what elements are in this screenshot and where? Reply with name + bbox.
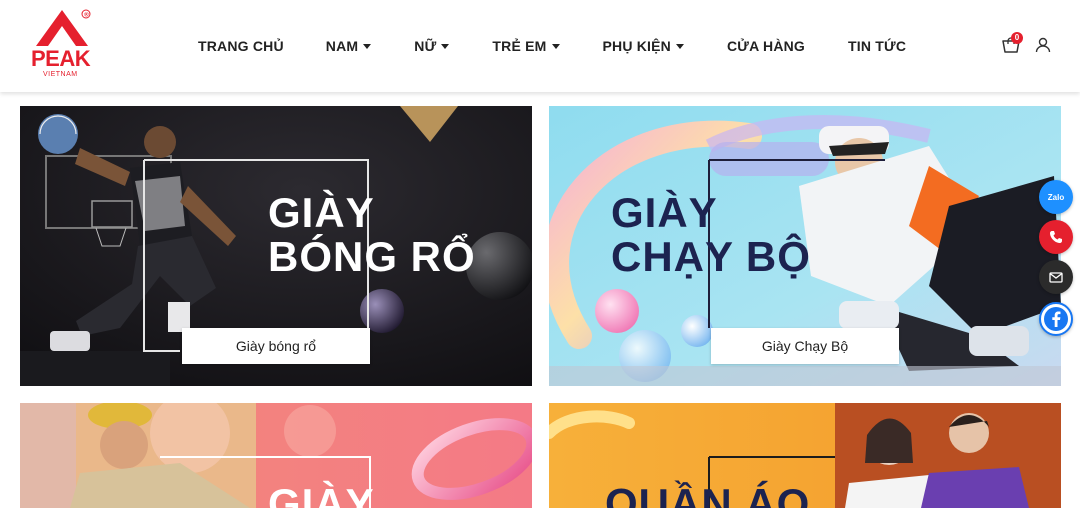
site-header: ® PEAK VIETNAM TRANG CHỦ NAM NỮ TRẺ EM P… <box>0 0 1080 92</box>
zalo-label: Zalo <box>1047 192 1065 202</box>
banner-running-shoes[interactable]: GIÀY CHẠY BỘ Giày Chạy Bộ <box>549 106 1061 386</box>
banner-title-line1: GIÀY <box>268 480 375 508</box>
account-button[interactable] <box>1034 36 1052 54</box>
cart-count-badge: 0 <box>1011 32 1023 44</box>
nav-item-accessories[interactable]: PHỤ KIỆN <box>602 38 684 54</box>
cart-button[interactable]: 0 <box>1001 32 1023 57</box>
nav-item-home[interactable]: TRANG CHỦ <box>198 38 284 54</box>
banner-title: GIÀY <box>268 483 375 508</box>
basketball-shoes-button[interactable]: Giày bóng rổ <box>182 328 370 364</box>
chevron-down-icon <box>676 43 684 49</box>
nav-item-kids[interactable]: TRẺ EM <box>492 38 560 54</box>
banner-title: GIÀY BÓNG RỔ <box>268 192 476 278</box>
nav-item-women[interactable]: NỮ <box>414 38 450 54</box>
facebook-button[interactable] <box>1039 302 1073 336</box>
nav-item-label: TRANG CHỦ <box>198 38 284 54</box>
zalo-button[interactable]: Zalo <box>1039 180 1073 214</box>
logo-subtext: VIETNAM <box>43 71 78 78</box>
banner-title-line2: CHẠY BỘ <box>611 233 811 280</box>
logo-reg: ® <box>84 11 89 18</box>
nav-item-label: PHỤ KIỆN <box>602 38 671 54</box>
nav-item-label: CỬA HÀNG <box>727 38 806 54</box>
nav-item-label: NAM <box>325 38 359 54</box>
banner-title-line2: BÓNG RỔ <box>268 233 476 280</box>
banner-title: GIÀY CHẠY BỘ <box>611 192 811 278</box>
nav-item-stores[interactable]: CỬA HÀNG <box>727 38 805 54</box>
phone-button[interactable] <box>1039 220 1073 254</box>
banner-title: QUẦN ÁO <box>605 483 810 508</box>
nav-item-news[interactable]: TIN TỨC <box>848 38 906 54</box>
phone-icon <box>1050 231 1062 243</box>
nav-item-label: TIN TỨC <box>848 38 907 54</box>
nav-item-label: TRẺ EM <box>492 38 547 54</box>
facebook-icon <box>1044 307 1068 331</box>
chevron-down-icon <box>441 43 450 49</box>
banner-basketball-shoes[interactable]: GIÀY BÓNG RỔ Giày bóng rổ <box>20 106 532 386</box>
banner-title-line1: QUẦN ÁO <box>605 480 811 508</box>
logo-wordmark: PEAK <box>31 46 91 71</box>
chevron-down-icon <box>363 43 372 49</box>
email-button[interactable] <box>1039 260 1073 294</box>
chevron-down-icon <box>551 43 560 49</box>
main-nav: TRANG CHỦ NAM NỮ TRẺ EM PHỤ KIỆN CỬA HÀN… <box>198 0 906 92</box>
running-shoes-button[interactable]: Giày Chạy Bộ <box>711 328 899 364</box>
banner-lifestyle-shoes[interactable]: GIÀY <box>20 403 532 508</box>
user-icon <box>1035 37 1051 53</box>
peak-logo[interactable]: ® PEAK VIETNAM <box>28 6 106 80</box>
banner-title-line1: GIÀY <box>611 189 718 236</box>
nav-item-label: NỮ <box>414 38 437 54</box>
email-icon <box>1049 272 1063 283</box>
banner-title-line1: GIÀY <box>268 189 375 236</box>
banner-apparel[interactable]: QUẦN ÁO <box>549 403 1061 508</box>
nav-item-men[interactable]: NAM <box>325 38 372 54</box>
